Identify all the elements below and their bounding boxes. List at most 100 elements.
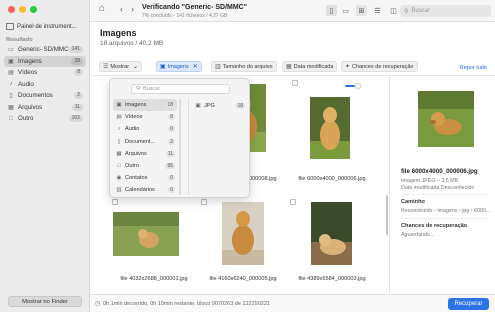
sidebar-item[interactable]: ▭ Generic- SD/MMC 141 xyxy=(4,44,86,56)
dropdown-category-item[interactable]: ▤ Vídeos 8 xyxy=(113,111,177,123)
dropdown-format-item[interactable]: ▣ JPG 18 xyxy=(192,100,247,112)
sidebar-item[interactable]: ▯ Documentos 2 xyxy=(4,90,86,102)
scan-status-text: 0h 1min decorrido, 0h 10min restante, bl… xyxy=(103,301,270,307)
count-badge: 0 xyxy=(168,126,175,133)
scrollbar-thumb[interactable] xyxy=(386,195,388,235)
category-label: Calendários xyxy=(125,187,155,194)
dropdown-category-item[interactable]: ◉ Contatos 0 xyxy=(113,172,177,184)
window-title: Verificando "Generic- SD/MMC" xyxy=(142,4,248,11)
category-label: Contatos xyxy=(125,175,148,182)
filter-bar: ☰ Mostrar ⌄ ▣ Imagens ✕ ▥ Tamanho do arq… xyxy=(91,58,495,76)
dropdown-category-item[interactable]: ▣ Imagens 18 xyxy=(113,99,177,112)
clock-icon: ◷ xyxy=(95,301,101,307)
sidebar-dashboard-item[interactable]: Painel de instrument... xyxy=(4,21,86,32)
search-field[interactable]: ⚲ Buscar xyxy=(400,5,491,17)
folder-view-button[interactable]: ▭ xyxy=(340,5,351,16)
filter-icon: ☰ xyxy=(103,64,109,70)
dropdown-scrollbar[interactable] xyxy=(179,99,181,195)
forward-icon[interactable]: › xyxy=(131,4,134,14)
dropdown-search-field[interactable]: ⚲ Buscar xyxy=(131,84,230,94)
remove-filter-icon[interactable]: ✕ xyxy=(193,63,198,70)
select-checkbox[interactable] xyxy=(201,199,207,205)
calendar-icon: ▥ xyxy=(116,187,122,194)
zoom-button[interactable] xyxy=(30,6,37,13)
sidebar-list: ▭ Generic- SD/MMC 141 ▣ Imagens 18 ▤ Vídeos 8 ♪ Áu… xyxy=(4,44,86,125)
grid-view-button[interactable]: ⊞ xyxy=(356,5,367,16)
dog-photo-thumbnail[interactable] xyxy=(222,202,264,265)
sidebar-item-label: Áudio xyxy=(18,80,34,88)
format-label: JPG xyxy=(204,103,215,110)
dropdown-category-item[interactable]: ▥ Calendários 0 xyxy=(113,184,177,196)
minimize-button[interactable] xyxy=(19,6,26,13)
contacts-icon: ◉ xyxy=(116,175,122,182)
image-icon: ▣ xyxy=(116,102,122,109)
show-in-finder-button[interactable]: Mostrar no Finder xyxy=(8,296,82,307)
recover-button[interactable]: Recuperar xyxy=(448,298,489,310)
chevron-down-icon: ⌄ xyxy=(133,64,139,70)
video-icon: ▤ xyxy=(8,70,14,77)
show-filter-button[interactable]: ☰ Mostrar ⌄ xyxy=(99,61,143,72)
images-filter-chip[interactable]: ▣ Imagens ✕ xyxy=(156,61,202,72)
home-icon[interactable]: ⌂ xyxy=(99,3,105,14)
audio-icon: ♪ xyxy=(117,126,121,133)
zoom-slider-knob[interactable] xyxy=(355,83,361,89)
count-badge: 102 xyxy=(68,115,83,123)
sidebar-item-label: Vídeos xyxy=(18,69,38,77)
select-checkbox[interactable] xyxy=(292,80,298,86)
category-list: ▣ Imagens 18 ▤ Vídeos 8 ♪ Áudio 0 ▯ Document... 2 ▦ A… xyxy=(113,99,177,197)
file-caption: file 6000x4000_000006.jpg xyxy=(298,176,366,182)
count-badge: 2 xyxy=(74,92,83,100)
dog-photo-thumbnail[interactable] xyxy=(310,97,350,159)
jpg-file-icon: ▣ xyxy=(195,103,201,110)
search-placeholder: Buscar xyxy=(411,8,431,14)
search-icon: ⚲ xyxy=(404,8,409,15)
scan-progress-text: 7% concluído - 141 ficheiros / 4,27 GB xyxy=(142,13,228,19)
dog-photo-thumbnail[interactable] xyxy=(113,212,179,256)
sidebar-item[interactable]: □ Outro 102 xyxy=(4,113,86,125)
count-badge: 2 xyxy=(168,138,175,145)
preview-image xyxy=(418,91,474,147)
preview-toggle-button[interactable]: ◫ xyxy=(388,5,399,16)
sidebar-item[interactable]: ♪ Áudio xyxy=(4,79,86,91)
modified-date-filter-button[interactable]: ▦ Data modificada xyxy=(282,61,338,72)
search-icon: ⚲ xyxy=(136,86,141,92)
page-title: Imagens xyxy=(100,28,137,38)
sidebar-item-label: Arquivos xyxy=(18,103,43,111)
drive-icon: ▭ xyxy=(8,47,14,54)
format-list: ▣ JPG 18 xyxy=(192,100,247,112)
dropdown-category-item[interactable]: ▯ Document... 2 xyxy=(113,136,177,148)
path-value: Reconstruído › Imagens › jpg › 6000... xyxy=(401,208,491,214)
sidebar-item[interactable]: ▤ Vídeos 8 xyxy=(4,67,86,79)
file-caption: file 4160x6240_000005.jpg xyxy=(209,276,277,282)
sidebar-section-label: Resultado xyxy=(6,37,33,43)
category-label: Outro xyxy=(125,163,139,170)
select-checkbox[interactable] xyxy=(112,199,118,205)
recovery-chances-filter-button[interactable]: ✦ Chances de recuperação xyxy=(341,61,418,72)
sidebar-item[interactable]: ▦ Arquivos 11 xyxy=(4,102,86,114)
close-button[interactable] xyxy=(8,6,15,13)
sidebar-item-label: Outro xyxy=(18,115,34,123)
images-filter-label: Imagens xyxy=(167,63,189,70)
category-label: Imagens xyxy=(125,102,147,109)
dog-photo-thumbnail[interactable] xyxy=(311,202,352,265)
category-label: Vídeos xyxy=(125,114,143,121)
document-icon: ▯ xyxy=(9,93,13,100)
divider xyxy=(401,218,487,219)
select-checkbox[interactable] xyxy=(290,199,296,205)
count-badge: 18 xyxy=(71,57,83,65)
sidebar-item[interactable]: ▣ Imagens 18 xyxy=(4,55,86,67)
list-view-button[interactable]: ☰ xyxy=(372,5,383,16)
sparkle-icon: ✦ xyxy=(345,64,351,70)
back-icon[interactable]: ‹ xyxy=(120,4,123,14)
zoom-slider-fill[interactable] xyxy=(345,85,355,87)
modified-date-filter-label: Data modificada xyxy=(293,63,334,70)
reset-all-link[interactable]: Repor tudo xyxy=(460,65,487,71)
dropdown-category-item[interactable]: ♪ Áudio 0 xyxy=(113,123,177,135)
dropdown-category-item[interactable]: ▦ Arquivos 11 xyxy=(113,148,177,160)
dropdown-category-item[interactable]: □ Outro 95 xyxy=(113,160,177,172)
size-filter-button[interactable]: ▥ Tamanho do arquivo xyxy=(211,61,277,72)
archive-icon: ▦ xyxy=(8,104,14,111)
divider xyxy=(401,194,487,195)
file-view-button[interactable]: ▯ xyxy=(326,5,337,16)
file-type-dropdown: ⚲ Buscar ▣ Imagens 18 ▤ Vídeos 8 ♪ Áudio 0 ▯ Docum… xyxy=(109,78,250,198)
